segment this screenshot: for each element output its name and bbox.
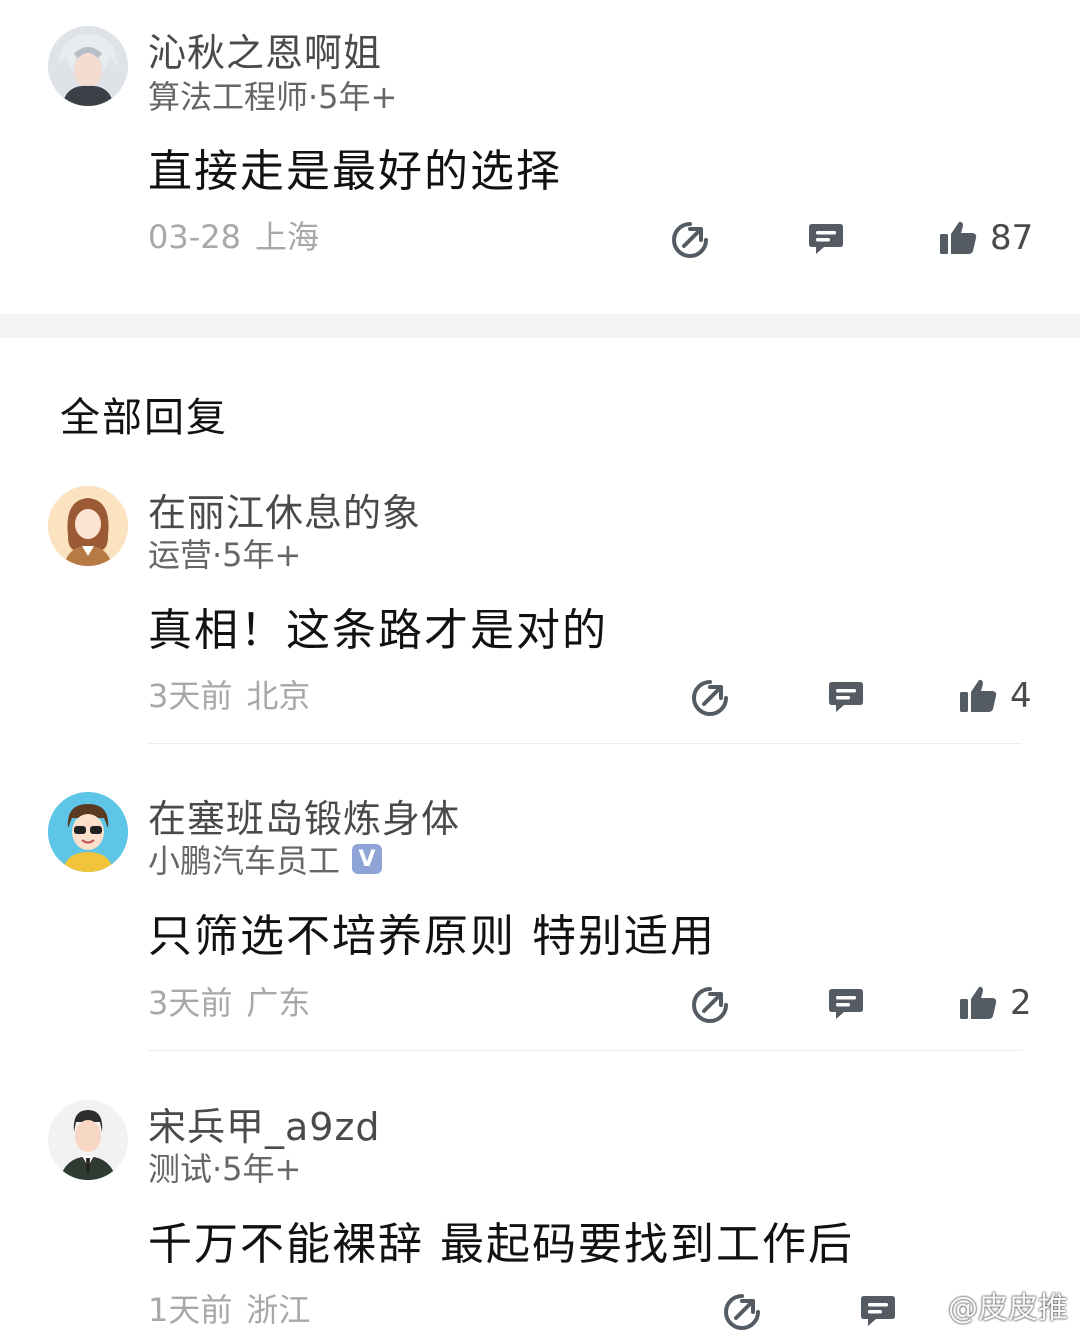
like-count: 2 [1010,983,1032,1023]
like-button[interactable]: 2 [958,983,1032,1023]
section-divider [0,314,1080,338]
like-button[interactable]: 87 [938,218,1033,258]
suit-man-avatar-image [48,1100,128,1180]
comment-date: 3天前 [148,984,233,1022]
woman-avatar-image [48,486,128,566]
comment-meta: 03-28 上海 [148,212,319,258]
comment-icon[interactable] [826,983,866,1023]
weibo-logo-icon [901,1292,940,1321]
reply-separator [148,743,1022,744]
comment-meta: 3天前 北京 [148,671,310,717]
username[interactable]: 沁秋之恩啊姐 [148,22,382,77]
watermark: @皮皮推 [900,1283,1068,1327]
avatar[interactable] [48,486,128,566]
reply-separator [148,1050,1022,1051]
share-icon[interactable] [690,678,730,718]
watermark-text: @皮皮推 [948,1291,1068,1326]
like-count: 87 [990,218,1034,258]
comment-location: 上海 [254,218,319,256]
comment-text: 直接走是最好的选择 [148,146,562,197]
username[interactable]: 宋兵甲_a9zd [148,1096,381,1151]
comment-icon[interactable] [806,218,846,258]
share-icon[interactable] [722,1292,762,1332]
thumbs-up-icon [940,221,977,254]
comment-location: 北京 [246,677,311,715]
section-title: 全部回复 [60,395,228,441]
like-button[interactable]: 4 [958,676,1032,716]
sunglasses-avatar-image [48,792,128,872]
comment-thread: 沁秋之恩啊姐 算法工程师·5年+ 直接走是最好的选择 03-28 上海 87 全部… [0,0,1080,1337]
comment-date: 03-28 [148,218,241,256]
comment-icon[interactable] [858,1290,898,1330]
user-title: 小鹏汽车员工 V [148,836,383,882]
username[interactable]: 在塞班岛锻炼身体 [148,788,460,843]
comment-date: 3天前 [148,677,233,715]
avatar[interactable] [48,1100,128,1180]
comment-date: 1天前 [148,1291,233,1329]
comment-text: 真相！这条路才是对的 [148,605,608,656]
comment-text: 千万不能裸辞 最起码要找到工作后 [148,1219,854,1270]
share-icon[interactable] [690,985,730,1025]
user-title: 测试·5年+ [148,1150,302,1188]
avatar[interactable] [48,792,128,872]
comment-icon[interactable] [826,676,866,716]
share-icon[interactable] [670,220,710,260]
comment-meta: 3天前 广东 [148,978,310,1024]
like-count: 4 [1010,676,1032,716]
thumbs-up-icon [960,986,997,1019]
thumbs-up-icon [960,679,997,712]
user-title: 运营·5年+ [148,536,302,574]
anime-avatar-image [48,26,128,106]
username[interactable]: 在丽江休息的象 [148,482,421,537]
comment-text: 只筛选不培养原则 特别适用 [148,911,716,962]
user-title: 算法工程师·5年+ [148,78,398,116]
comment-meta: 1天前 浙江 [148,1285,310,1331]
verified-badge-icon: V [352,844,383,874]
avatar[interactable] [48,26,128,106]
comment-location: 浙江 [246,1291,311,1329]
comment-location: 广东 [246,984,311,1022]
